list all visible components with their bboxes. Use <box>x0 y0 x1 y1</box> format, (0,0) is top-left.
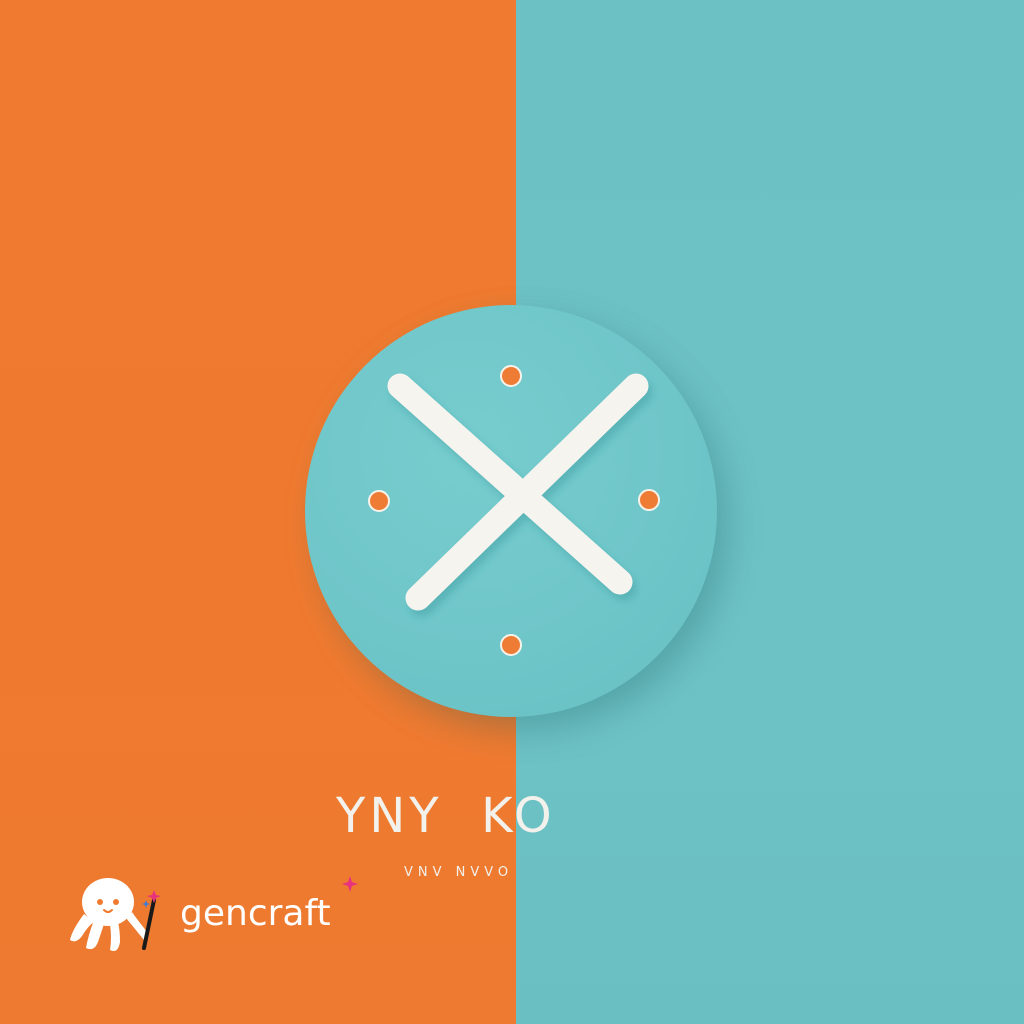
orange-dot-left <box>368 490 390 512</box>
sparkle-icon <box>342 876 358 892</box>
gencraft-watermark: gencraft <box>66 870 366 960</box>
logo-tagline: VNV NVVO <box>404 865 514 880</box>
orange-dot-bottom <box>500 634 522 656</box>
orange-dot-top <box>500 365 522 387</box>
orange-dot-right <box>638 489 660 511</box>
gencraft-brand-text: gencraft <box>180 893 331 934</box>
logo-wordmark: YNY KO <box>336 788 556 844</box>
octopus-wand-icon <box>70 878 161 951</box>
canvas: YNY KO VNV NVVO gencraft <box>0 0 1024 1024</box>
